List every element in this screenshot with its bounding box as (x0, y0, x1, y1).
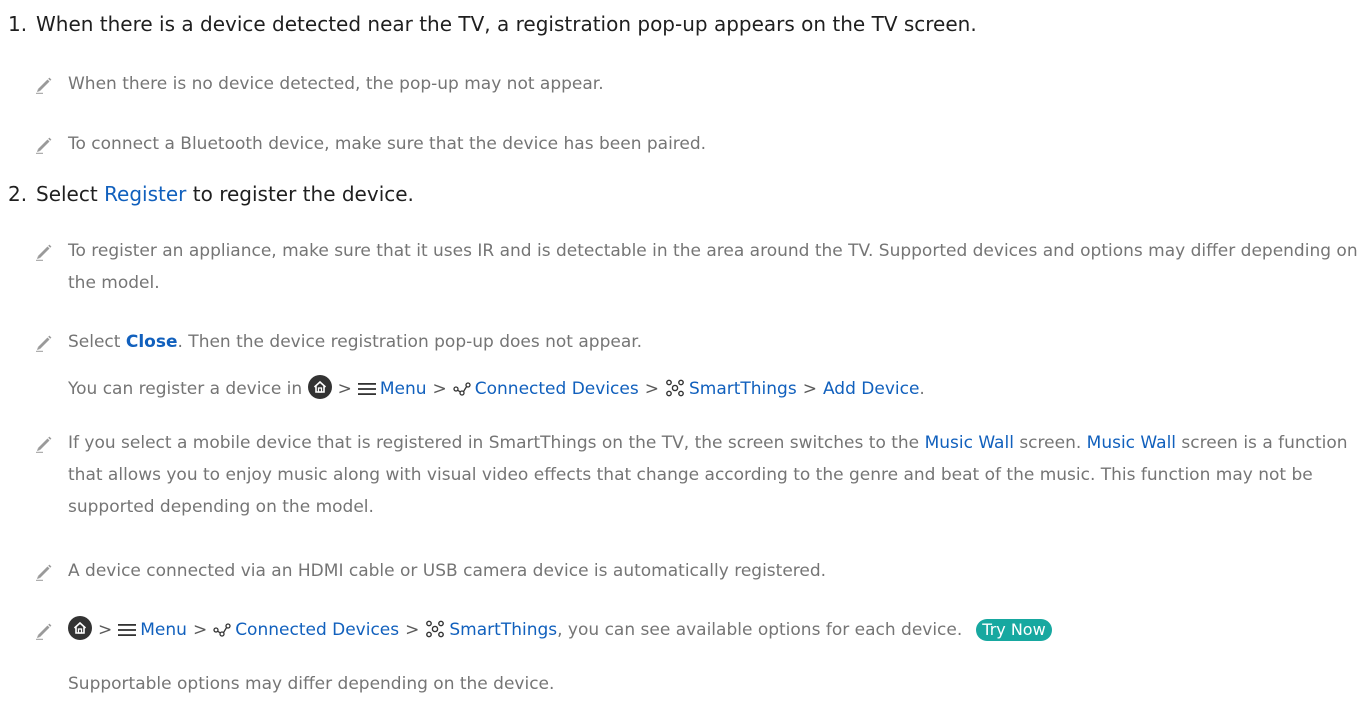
step-text: When there is a device detected near the… (36, 12, 977, 36)
path-separator: > (405, 620, 420, 640)
note-text: A device connected via an HDMI cable or … (68, 561, 827, 581)
menu-link[interactable]: Menu (380, 379, 427, 399)
pencil-icon (34, 134, 54, 154)
connected-devices-link[interactable]: Connected Devices (235, 620, 399, 640)
pencil-icon (34, 241, 54, 261)
register-link[interactable]: Register (104, 182, 186, 206)
close-link[interactable]: Close (126, 332, 178, 352)
path-separator: > (432, 379, 447, 399)
path-separator: > (98, 620, 113, 640)
note-appliance: To register an appliance, make sure that… (68, 235, 1368, 299)
note-text-pre: If you select a mobile device that is re… (68, 433, 925, 453)
note-text-post: , you can see available options for each… (557, 620, 963, 640)
path-end: . (919, 379, 925, 399)
note-text-pre: Select (68, 332, 126, 352)
connected-devices-icon (213, 623, 231, 637)
pencil-icon (34, 74, 54, 94)
path-separator: > (644, 379, 659, 399)
smartthings-link[interactable]: SmartThings (449, 620, 557, 640)
connected-devices-link[interactable]: Connected Devices (475, 379, 639, 399)
path-separator: > (802, 379, 817, 399)
smartthings-icon (665, 379, 685, 397)
menu-icon (358, 382, 376, 396)
music-wall-link[interactable]: Music Wall (1087, 433, 1176, 453)
music-wall-link[interactable]: Music Wall (925, 433, 1014, 453)
path-separator: > (192, 620, 208, 640)
step-text-post: to register the device. (186, 182, 414, 206)
menu-link[interactable]: Menu (140, 620, 187, 640)
pencil-icon (34, 561, 54, 581)
step-number: 2. (8, 182, 28, 206)
note-music-wall: If you select a mobile device that is re… (68, 427, 1368, 523)
pencil-icon (34, 332, 54, 352)
pencil-icon (34, 433, 54, 453)
note-supportable-options: Supportable options may differ depending… (68, 668, 554, 700)
home-icon (308, 375, 332, 399)
note-text: To connect a Bluetooth device, make sure… (68, 134, 707, 154)
pencil-icon (34, 620, 54, 640)
smartthings-icon (425, 620, 445, 638)
note-bluetooth: To connect a Bluetooth device, make sure… (68, 128, 1368, 160)
note-text: When there is no device detected, the po… (68, 74, 604, 94)
note-text-post: . Then the device registration pop-up do… (177, 332, 643, 352)
note-text: Supportable options may differ depending… (68, 674, 555, 694)
try-now-button[interactable]: Try Now (976, 619, 1052, 641)
note-close: Select Close. Then the device registrati… (68, 326, 1368, 358)
note-smartthings-options: > Menu > Connected Devices > SmartThings, you… (68, 614, 1368, 646)
menu-icon (118, 623, 136, 637)
path-separator: > (337, 379, 352, 399)
register-path-line: You can register a device in > Menu > Conne… (68, 373, 925, 405)
connected-devices-icon (453, 382, 471, 396)
smartthings-link[interactable]: SmartThings (689, 379, 797, 399)
step-1: 1. When there is a device detected near t… (8, 12, 977, 36)
note-no-device: When there is no device detected, the po… (68, 68, 1368, 100)
step-text-pre: Select (36, 182, 105, 206)
home-icon (68, 616, 92, 640)
step-number: 1. (8, 12, 28, 36)
path-intro: You can register a device in (68, 379, 308, 399)
step-2: 2. Select Register to register the device… (8, 182, 414, 206)
note-text-mid: screen. (1013, 433, 1087, 453)
add-device-link[interactable]: Add Device (823, 379, 919, 399)
note-text: To register an appliance, make sure that… (68, 241, 1358, 293)
note-hdmi: A device connected via an HDMI cable or … (68, 555, 1368, 587)
